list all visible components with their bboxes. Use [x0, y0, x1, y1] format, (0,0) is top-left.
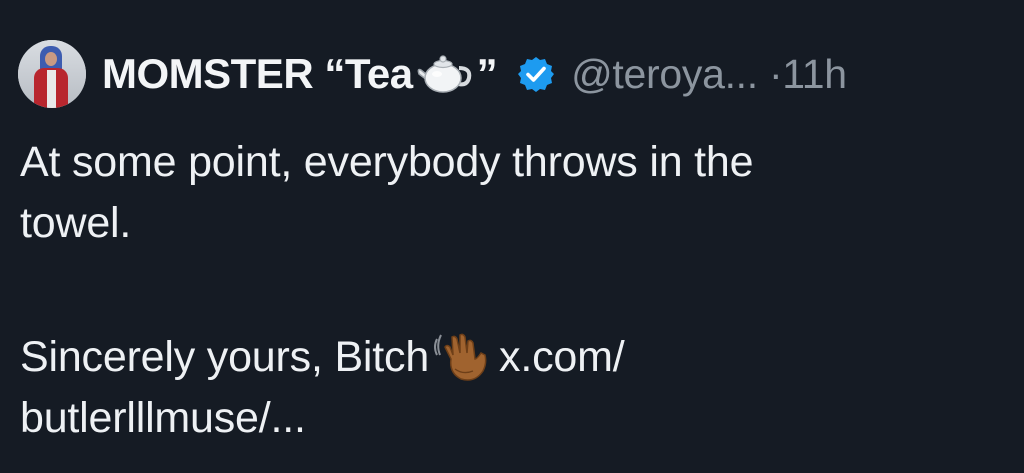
teapot-emoji-icon — [417, 55, 471, 93]
tweet-link-part1[interactable]: x.com/ — [499, 333, 625, 381]
tweet-body: At some point, everybody throws in the t… — [20, 132, 1000, 449]
avatar[interactable] — [18, 40, 86, 108]
tweet-text-line: At some point, everybody throws in the — [20, 138, 754, 186]
tweet-link-part2[interactable]: butlerlllmuse/... — [20, 388, 1000, 449]
display-name[interactable]: MOMSTER “Tea ” — [102, 50, 498, 98]
tweet-text-signoff: Sincerely yours, Bitch — [20, 333, 430, 381]
tweet-header: MOMSTER “Tea ” @teroya... ·11h — [18, 38, 847, 110]
user-handle[interactable]: @teroya... — [571, 51, 758, 97]
meta-separator: · — [768, 50, 783, 97]
display-name-text: MOMSTER “Tea — [102, 50, 413, 97]
tweet-time[interactable]: 11h — [782, 51, 847, 97]
waving-hand-emoji-icon — [434, 333, 487, 381]
tweet-card[interactable]: MOMSTER “Tea ” @teroya... ·11h At some p… — [0, 0, 1024, 473]
tweet-text-line-with-link: Sincerely yours, Bitch x.com/ — [20, 327, 1000, 388]
verified-badge-icon — [518, 57, 555, 92]
tweet-meta: @teroya... ·11h — [571, 51, 847, 98]
tweet-text-line: towel. — [20, 199, 132, 247]
display-name-suffix: ” — [476, 50, 498, 97]
